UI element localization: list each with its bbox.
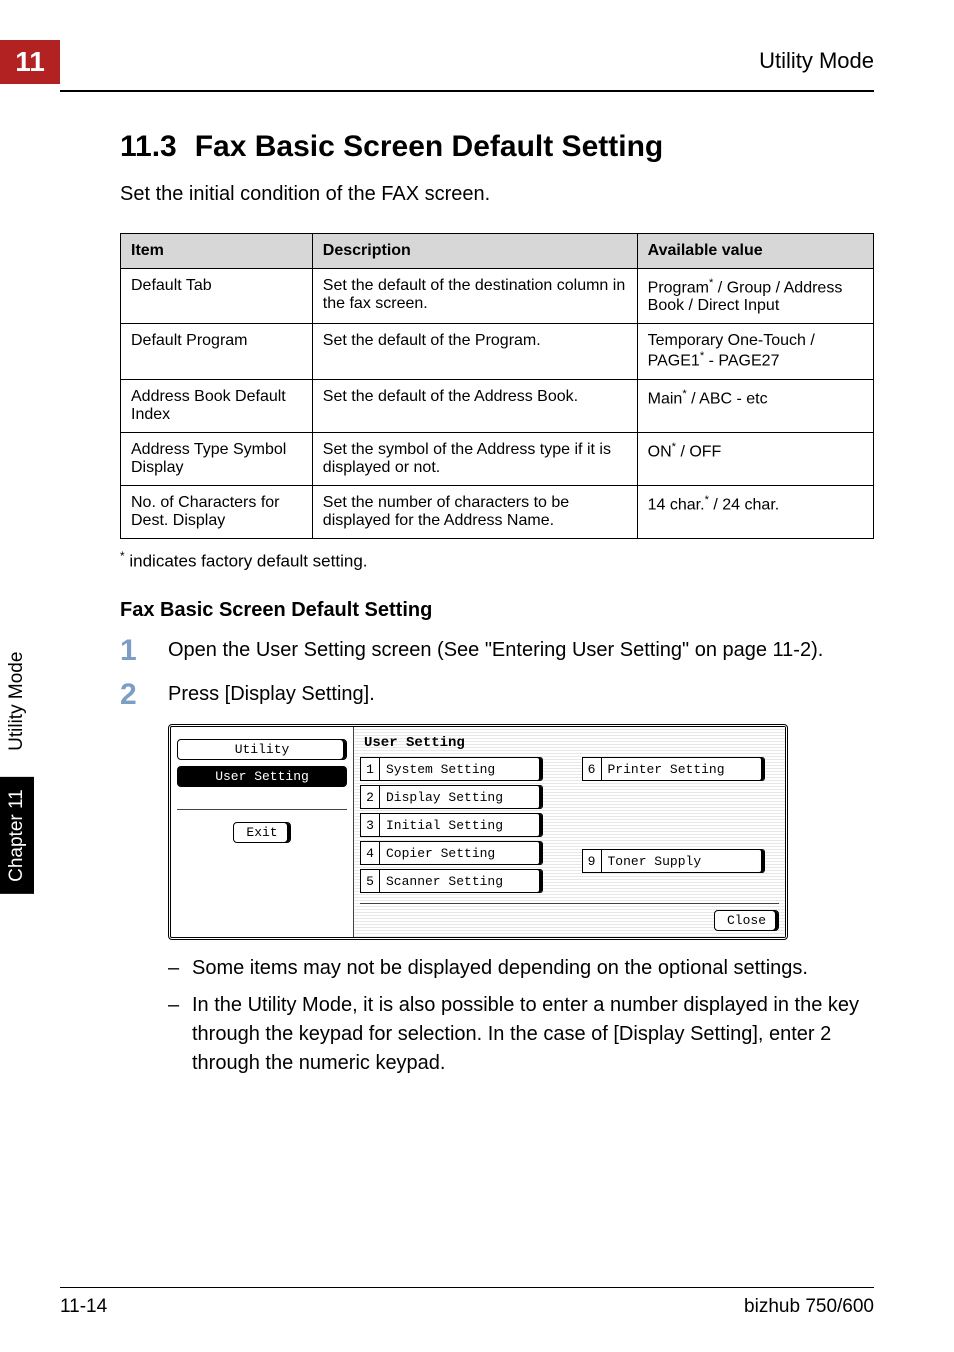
col-header-available-value: Available value <box>637 234 873 269</box>
section-title: Fax Basic Screen Default Setting <box>195 130 664 163</box>
step-number: 1 <box>120 636 168 666</box>
step-text: Press [Display Setting]. <box>168 680 375 709</box>
cell-desc: Set the default of the Program. <box>312 324 637 379</box>
footer-rule <box>60 1287 874 1288</box>
cell-item: No. of Characters for Dest. Display <box>121 485 313 538</box>
section-heading: 11.3 Fax Basic Screen Default Setting <box>120 130 874 164</box>
cell-value: Temporary One-Touch / PAGE1* - PAGE27 <box>637 324 873 379</box>
cell-item: Default Program <box>121 324 313 379</box>
printer-setting-button[interactable]: 6Printer Setting <box>582 757 780 781</box>
chapter-tab: 11 <box>0 40 60 84</box>
scanner-setting-button[interactable]: 5Scanner Setting <box>360 869 558 893</box>
table-row: Default Tab Set the default of the desti… <box>121 269 874 324</box>
cell-desc: Set the number of characters to be displ… <box>312 485 637 538</box>
system-setting-button[interactable]: 1System Setting <box>360 757 558 781</box>
header-right-title: Utility Mode <box>759 48 874 74</box>
side-tab-chapter: Chapter 11 <box>0 777 34 894</box>
cell-desc: Set the default of the destination colum… <box>312 269 637 324</box>
table-row: No. of Characters for Dest. Display Set … <box>121 485 874 538</box>
cell-item: Default Tab <box>121 269 313 324</box>
step-2: 2 Press [Display Setting]. <box>120 680 874 710</box>
subheading: Fax Basic Screen Default Setting <box>120 599 874 622</box>
header-rule <box>60 90 874 92</box>
table-row: Address Type Symbol Display Set the symb… <box>121 432 874 485</box>
step-number: 2 <box>120 680 168 710</box>
list-item: –Some items may not be displayed dependi… <box>168 954 874 983</box>
side-tab-mode: Utility Mode <box>0 640 34 763</box>
device-screenshot: Utility User Setting Exit User Setting 1… <box>168 724 788 940</box>
table-row: Address Book Default Index Set the defau… <box>121 379 874 432</box>
user-setting-tab[interactable]: User Setting <box>177 766 347 787</box>
cell-value: 14 char.* / 24 char. <box>637 485 873 538</box>
cell-value: Program* / Group / Address Book / Direct… <box>637 269 873 324</box>
cell-value: Main* / ABC - etc <box>637 379 873 432</box>
utility-tab[interactable]: Utility <box>177 739 347 760</box>
close-button[interactable]: Close <box>714 910 779 931</box>
step-text: Open the User Setting screen (See "Enter… <box>168 636 823 665</box>
cell-value: ON* / OFF <box>637 432 873 485</box>
side-tab: Chapter 11 Utility Mode <box>0 640 34 894</box>
footnote: * indicates factory default setting. <box>120 549 874 572</box>
cell-desc: Set the default of the Address Book. <box>312 379 637 432</box>
intro-paragraph: Set the initial condition of the FAX scr… <box>120 180 874 209</box>
cell-desc: Set the symbol of the Address type if it… <box>312 432 637 485</box>
table-row: Default Program Set the default of the P… <box>121 324 874 379</box>
settings-table: Item Description Available value Default… <box>120 233 874 539</box>
col-header-item: Item <box>121 234 313 269</box>
initial-setting-button[interactable]: 3Initial Setting <box>360 813 558 837</box>
copier-setting-button[interactable]: 4Copier Setting <box>360 841 558 865</box>
section-number: 11.3 <box>120 130 177 164</box>
step-1: 1 Open the User Setting screen (See "Ent… <box>120 636 874 666</box>
cell-item: Address Type Symbol Display <box>121 432 313 485</box>
panel-title: User Setting <box>360 733 779 753</box>
product-name: bizhub 750/600 <box>744 1296 874 1318</box>
notes-list: –Some items may not be displayed dependi… <box>168 954 874 1078</box>
display-setting-button[interactable]: 2Display Setting <box>360 785 558 809</box>
cell-item: Address Book Default Index <box>121 379 313 432</box>
toner-supply-button[interactable]: 9Toner Supply <box>582 849 780 873</box>
list-item: –In the Utility Mode, it is also possibl… <box>168 991 874 1078</box>
page-number: 11-14 <box>60 1296 107 1318</box>
exit-button[interactable]: Exit <box>233 822 290 843</box>
col-header-description: Description <box>312 234 637 269</box>
